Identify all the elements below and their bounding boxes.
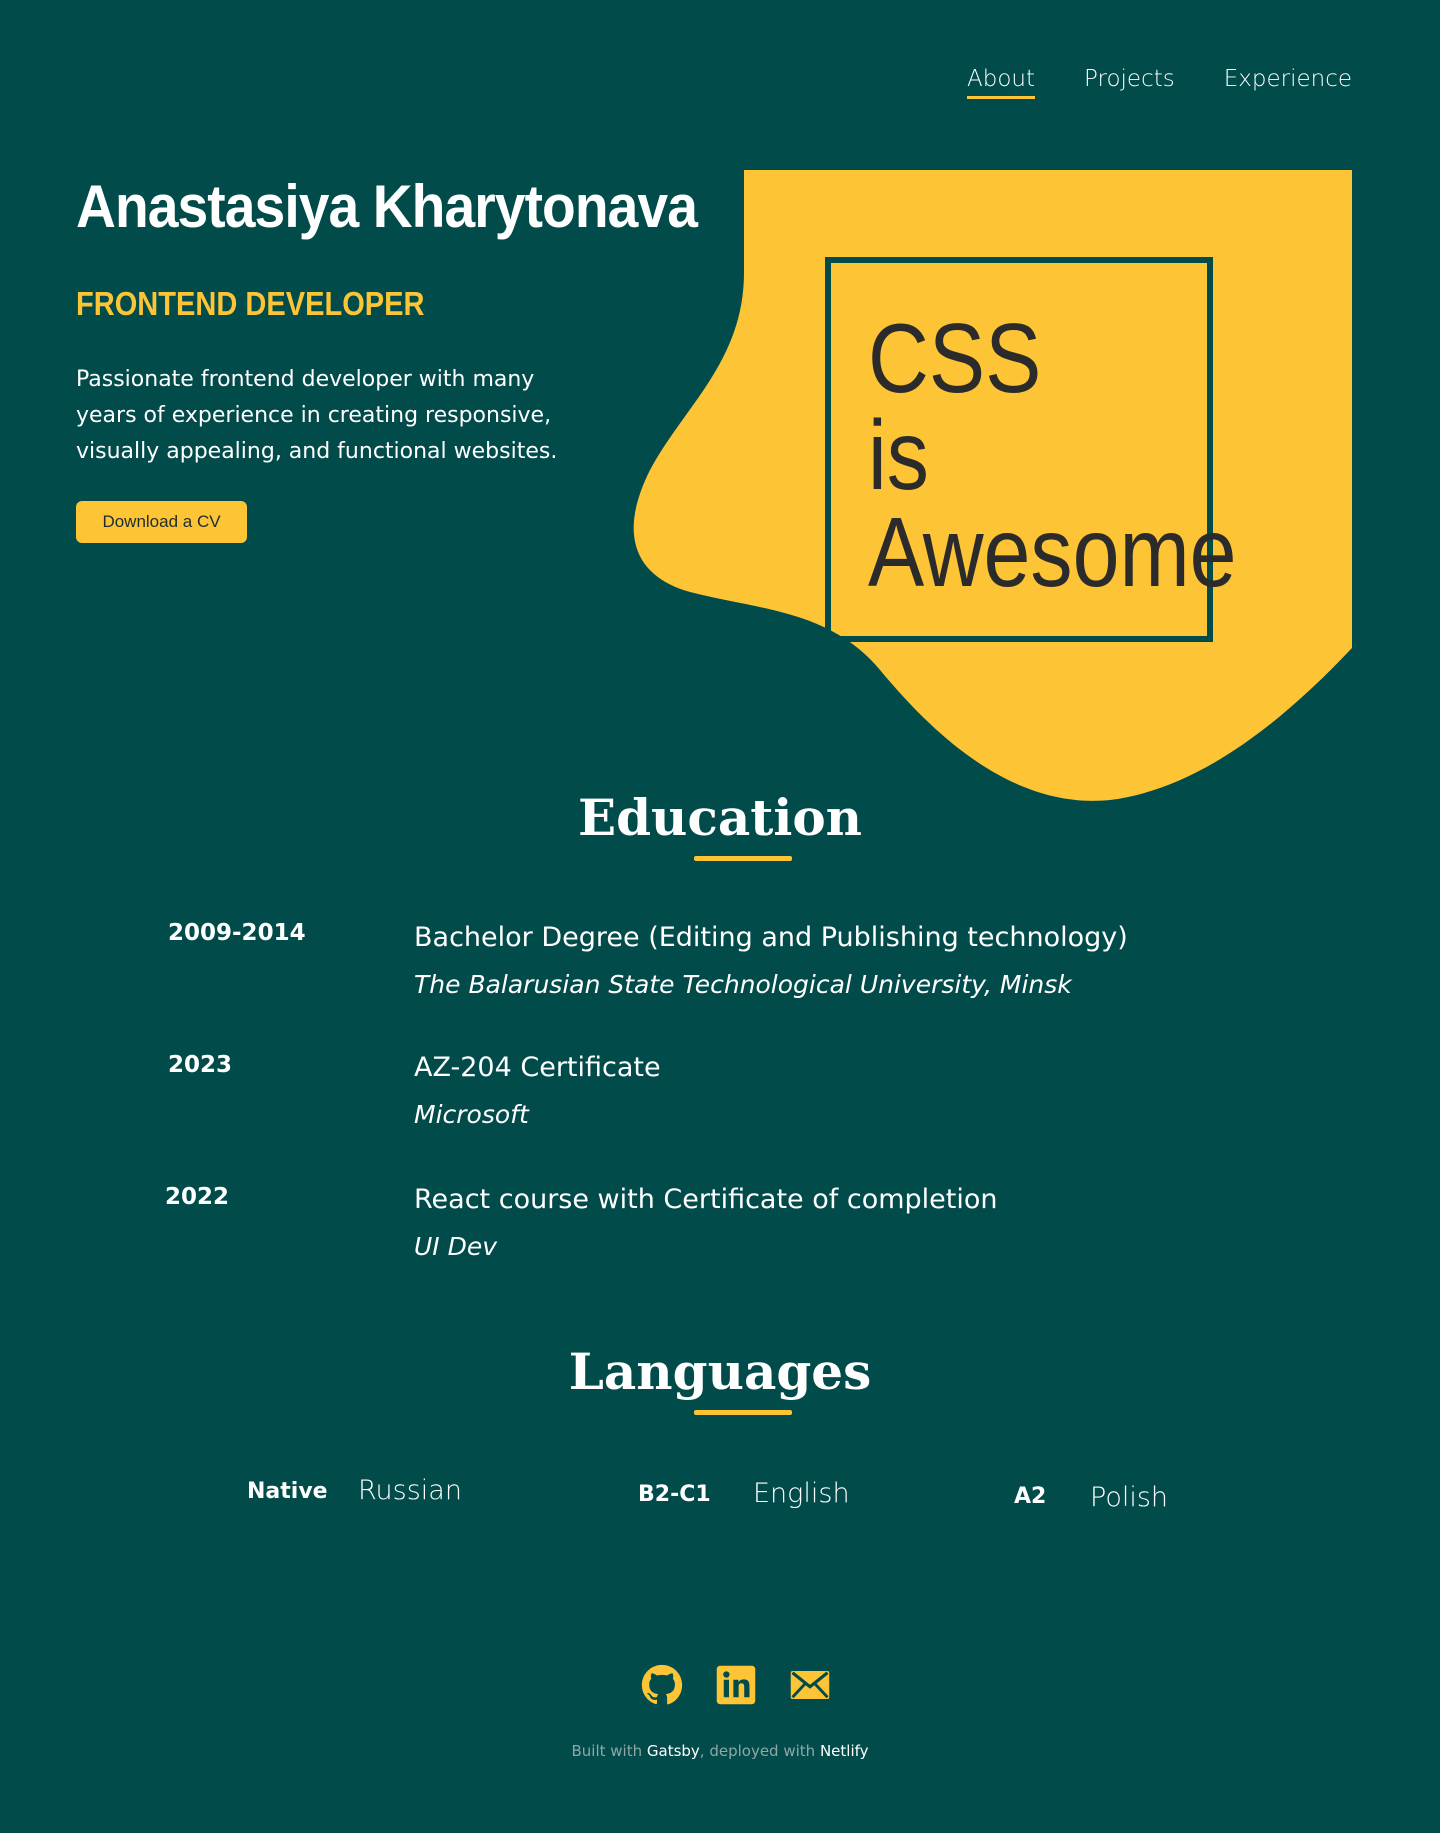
education-institution: The Balarusian State Technological Unive… <box>414 970 1072 999</box>
languages-underline <box>694 1410 792 1415</box>
social-links <box>641 1664 831 1706</box>
hero-role: FRONTEND DEVELOPER <box>76 285 425 322</box>
education-degree: AZ-204 Certificate <box>414 1052 661 1083</box>
github-icon[interactable] <box>641 1664 683 1706</box>
netlify-link[interactable]: Netlify <box>820 1742 869 1760</box>
education-year: 2009-2014 <box>168 920 306 946</box>
education-title: Education <box>577 788 863 847</box>
language-level: A2 <box>1014 1484 1047 1509</box>
nav-link-experience[interactable]: Experience <box>1224 66 1352 99</box>
footer-built-text: Built with <box>571 1742 643 1760</box>
css-is-awesome-text: CSS is Awesome <box>868 303 1237 607</box>
language-name: Russian <box>358 1475 462 1506</box>
hero-description: Passionate frontend developer with many … <box>76 367 558 464</box>
languages-title: Languages <box>568 1342 872 1401</box>
main-nav: About Projects Experience <box>967 66 1352 99</box>
css-word-2: is <box>868 400 929 510</box>
language-level: Native <box>247 1479 328 1504</box>
language-name: Polish <box>1090 1482 1169 1513</box>
hero-name: Anastasiya Kharytonava <box>76 173 698 240</box>
education-year: 2022 <box>165 1184 230 1210</box>
language-level: B2-C1 <box>638 1482 711 1507</box>
education-year: 2023 <box>168 1052 233 1078</box>
linkedin-icon[interactable] <box>715 1664 757 1706</box>
css-word-3: Awesome <box>868 497 1237 607</box>
education-underline <box>694 856 792 861</box>
education-institution: Microsoft <box>414 1100 529 1129</box>
education-degree: Bachelor Degree (Editing and Publishing … <box>414 922 1128 953</box>
education-degree: React course with Certificate of complet… <box>414 1184 998 1215</box>
mail-icon[interactable] <box>789 1664 831 1706</box>
nav-link-projects[interactable]: Projects <box>1084 66 1175 99</box>
download-cv-button[interactable]: Download a CV <box>76 501 247 543</box>
education-institution: UI Dev <box>414 1232 498 1261</box>
footer-deployed-text: , deployed with <box>699 1742 816 1760</box>
nav-link-about[interactable]: About <box>967 66 1036 99</box>
gatsby-link[interactable]: Gatsby <box>647 1742 700 1760</box>
footer: Built with Gatsby, deployed with Netlify <box>0 1742 1440 1760</box>
css-word-1: CSS <box>868 303 1042 413</box>
language-name: English <box>753 1478 850 1509</box>
